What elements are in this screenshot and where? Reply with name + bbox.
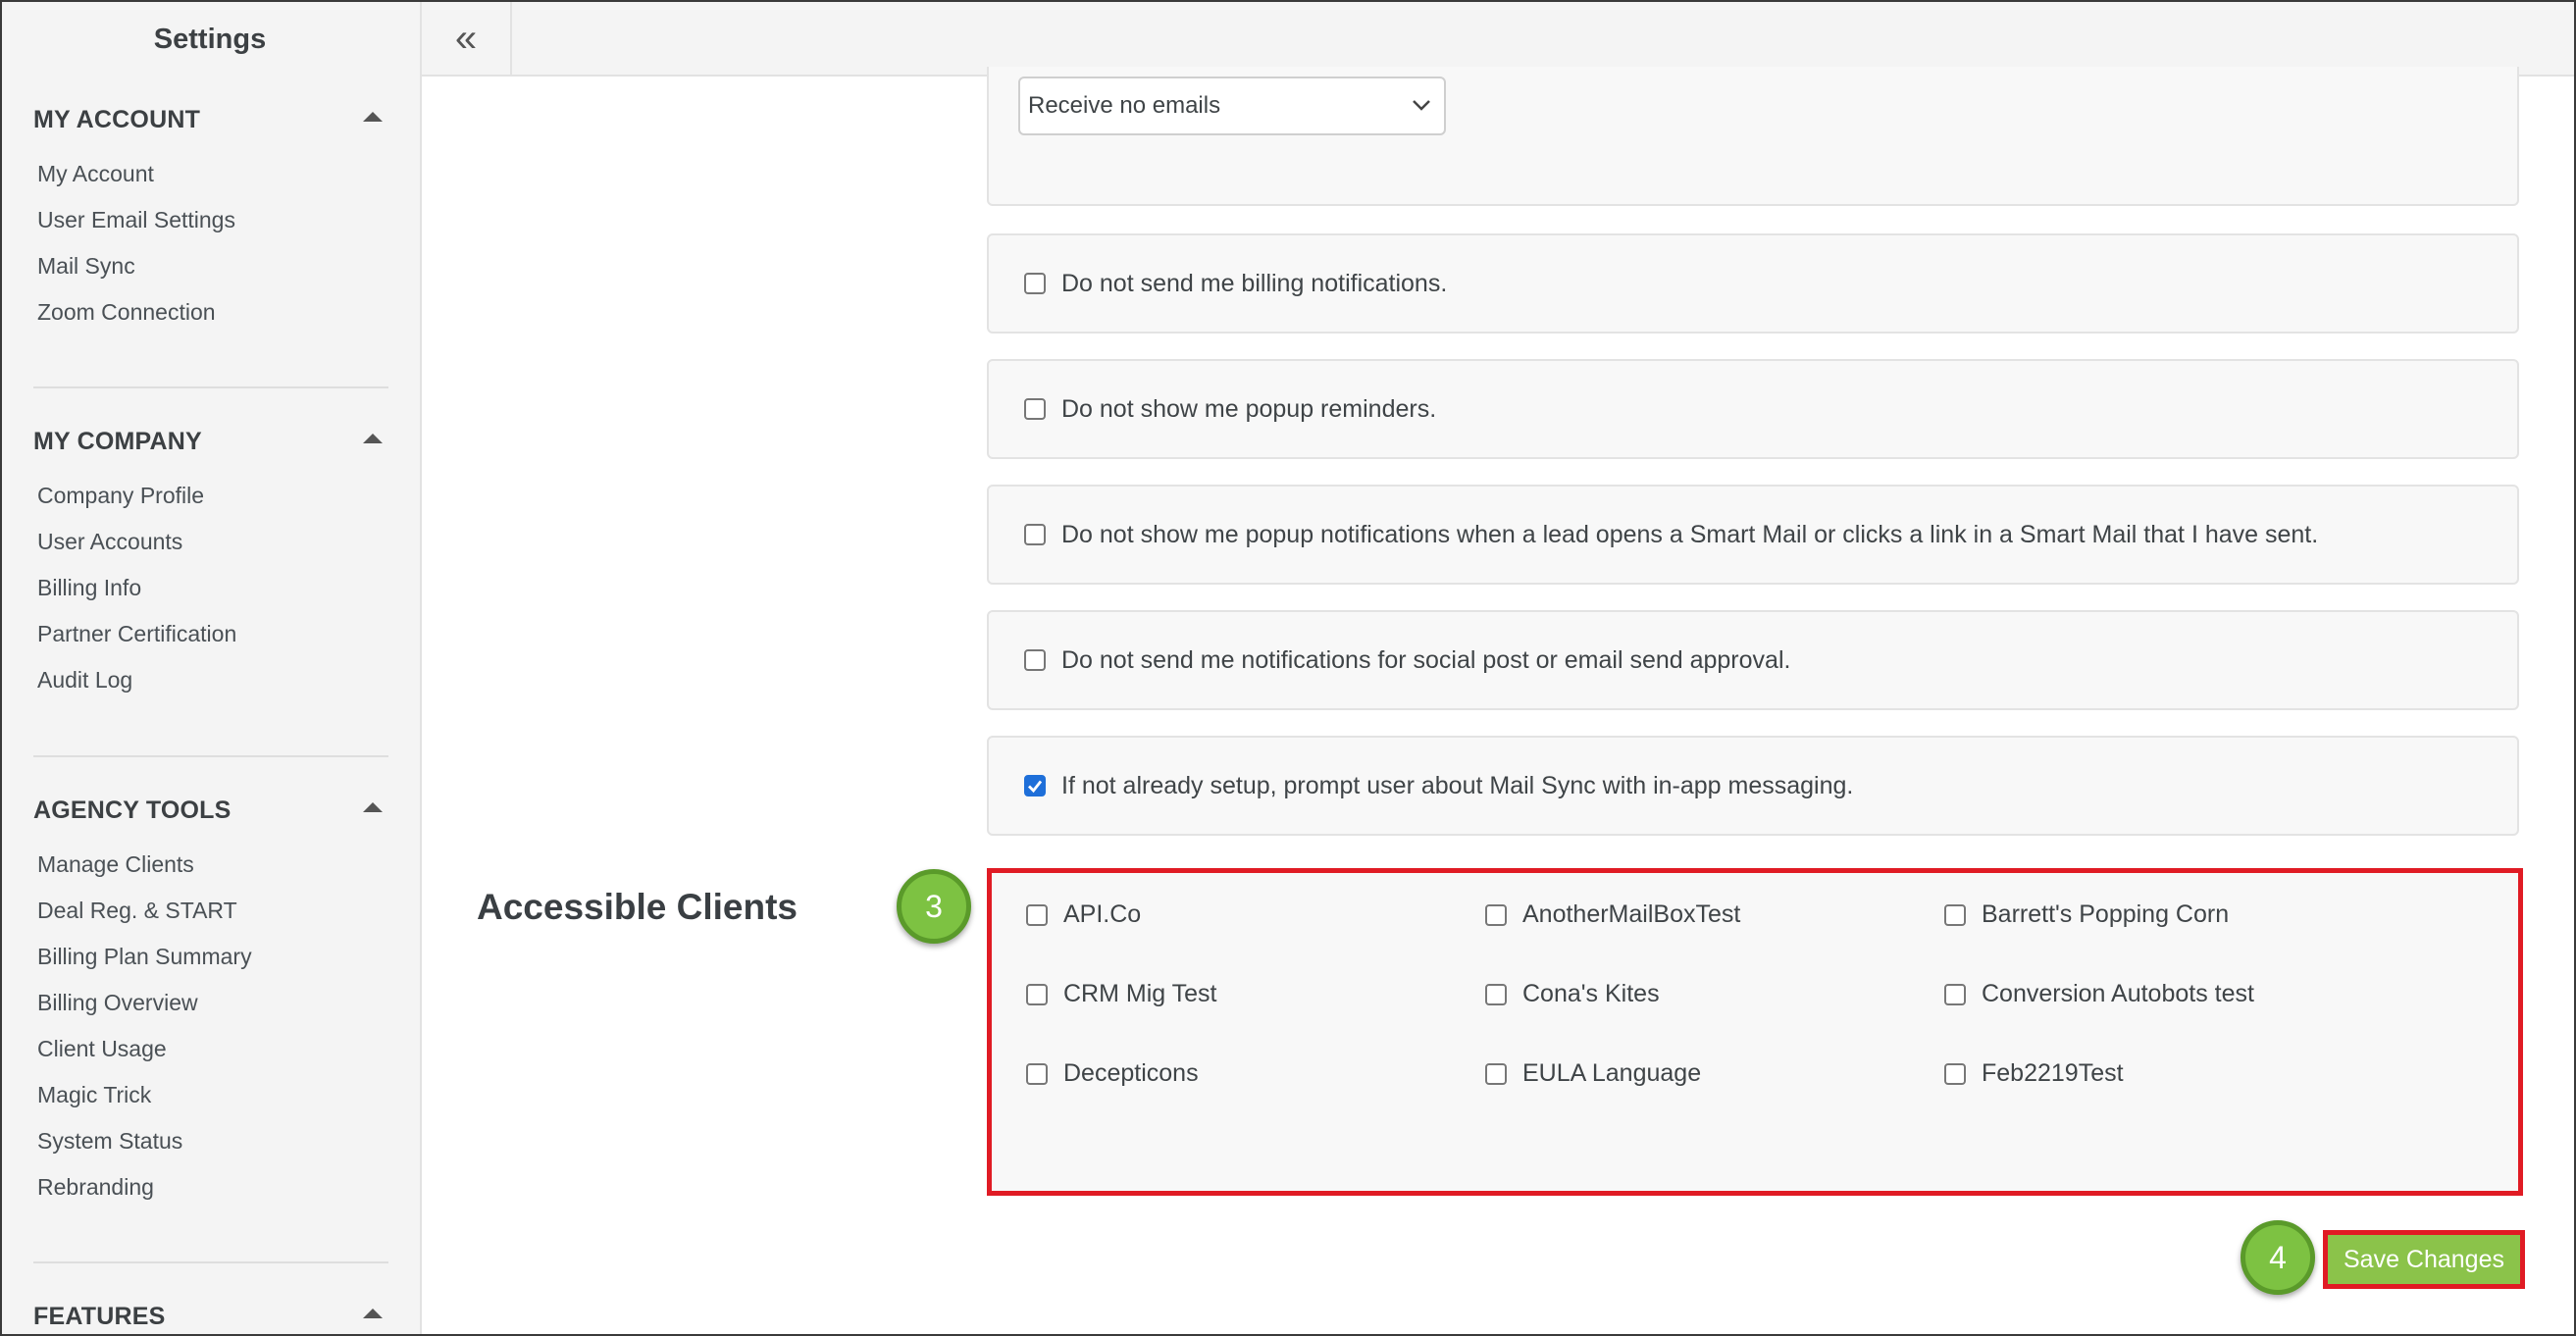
checkbox[interactable] [1485,983,1507,1005]
sidebar-item-mail-sync[interactable]: Mail Sync [33,243,388,289]
checkbox[interactable] [1485,903,1507,926]
double-chevron-left-icon[interactable]: « [422,2,512,75]
sidebar-item-zoom-connection[interactable]: Zoom Connection [33,289,388,335]
section-agency-tools: AGENCY TOOLS Manage Clients Deal Reg. & … [33,791,388,1210]
caret-up-icon[interactable] [363,112,383,122]
section-features: FEATURES [33,1297,388,1334]
option-billing-notifications: Do not send me billing notifications. [987,233,2519,334]
client-checkbox-item[interactable]: AnotherMailBoxTest [1485,900,1740,929]
section-header-features[interactable]: FEATURES [33,1297,388,1334]
sidebar-item-user-email-settings[interactable]: User Email Settings [33,197,388,243]
accessible-clients-heading: Accessible Clients [477,887,798,927]
option-label: Do not send me billing notifications. [1061,269,1448,297]
section-label: MY COMPANY [33,428,202,455]
sidebar-divider [33,386,388,388]
caret-up-icon[interactable] [363,1309,383,1318]
client-label: Conversion Autobots test [1982,980,2254,1007]
settings-sidebar: Settings MY ACCOUNT My Account User Emai… [2,2,422,1334]
section-label: FEATURES [33,1303,166,1330]
client-checkbox-item[interactable]: Conversion Autobots test [1944,980,2254,1008]
sidebar-item-user-accounts[interactable]: User Accounts [33,519,388,565]
sidebar-item-audit-log[interactable]: Audit Log [33,657,388,703]
main-content: Receive no emails Do not send me billing… [422,67,2574,1334]
sidebar-title: Settings [153,24,267,55]
section-header-my-company[interactable]: MY COMPANY [33,422,388,461]
option-popup-reminders: Do not show me popup reminders. [987,359,2519,459]
sidebar-item-partner-certification[interactable]: Partner Certification [33,611,388,657]
section-header-agency-tools[interactable]: AGENCY TOOLS [33,791,388,830]
save-changes-button[interactable]: Save Changes [2328,1235,2520,1284]
option-mail-sync-prompt: If not already setup, prompt user about … [987,736,2519,836]
checkbox[interactable] [1944,1062,1966,1085]
section-header-my-account[interactable]: MY ACCOUNT [33,100,388,139]
checkbox[interactable] [1024,649,1046,671]
client-checkbox-item[interactable]: Cona's Kites [1485,980,1660,1008]
checkbox[interactable] [1024,273,1046,294]
sidebar-item-billing-overview[interactable]: Billing Overview [33,980,388,1026]
checkbox[interactable] [1024,398,1046,420]
section-label: MY ACCOUNT [33,106,201,133]
checkbox[interactable] [1026,903,1048,926]
accessible-clients-list: API.Co AnotherMailBoxTest Barrett's Popp… [987,868,2523,1196]
option-label: Do not show me popup reminders. [1061,394,1437,423]
checkbox[interactable] [1485,1062,1507,1085]
select-value: Receive no emails [1028,92,1221,119]
sidebar-divider [33,755,388,757]
option-approval-notifications: Do not send me notifications for social … [987,610,2519,710]
save-button-highlight: Save Changes [2323,1230,2525,1289]
client-label: Feb2219Test [1982,1059,2124,1087]
sidebar-item-my-account[interactable]: My Account [33,151,388,197]
option-popup-notifications: Do not show me popup notifications when … [987,485,2519,585]
option-label: Do not show me popup notifications when … [1061,520,2319,548]
option-label: If not already setup, prompt user about … [1061,771,1854,799]
option-label: Do not send me notifications for social … [1061,645,1791,674]
client-label: CRM Mig Test [1063,980,1217,1007]
caret-up-icon[interactable] [363,802,383,812]
checkbox[interactable] [1944,903,1966,926]
sidebar-item-client-usage[interactable]: Client Usage [33,1026,388,1072]
section-my-account: MY ACCOUNT My Account User Email Setting… [33,100,388,335]
caret-up-icon[interactable] [363,434,383,443]
chevron-down-icon [1413,100,1430,111]
client-label: Cona's Kites [1522,980,1660,1007]
step-badge-4: 4 [2241,1220,2315,1295]
client-checkbox-item[interactable]: Barrett's Popping Corn [1944,900,2229,929]
checkbox[interactable] [1026,1062,1048,1085]
top-bar: « [422,2,2574,77]
email-preference-select[interactable]: Receive no emails [1018,77,1446,135]
client-label: EULA Language [1522,1059,1702,1087]
client-checkbox-item[interactable]: EULA Language [1485,1059,1701,1088]
client-checkbox-item[interactable]: Feb2219Test [1944,1059,2124,1088]
sidebar-item-company-profile[interactable]: Company Profile [33,473,388,519]
sidebar-item-manage-clients[interactable]: Manage Clients [33,842,388,888]
client-checkbox-item[interactable]: API.Co [1026,900,1141,929]
checkbox[interactable] [1026,983,1048,1005]
sidebar-divider [33,1261,388,1263]
checkbox[interactable] [1944,983,1966,1005]
client-label: Barrett's Popping Corn [1982,900,2230,928]
sidebar-item-deal-reg[interactable]: Deal Reg. & START [33,888,388,934]
client-checkbox-item[interactable]: Decepticons [1026,1059,1199,1088]
sidebar-item-billing-plan-summary[interactable]: Billing Plan Summary [33,934,388,980]
section-my-company: MY COMPANY Company Profile User Accounts… [33,422,388,703]
section-label: AGENCY TOOLS [33,796,232,824]
sidebar-item-system-status[interactable]: System Status [33,1118,388,1164]
client-checkbox-item[interactable]: CRM Mig Test [1026,980,1217,1008]
step-badge-3: 3 [897,869,971,944]
client-label: API.Co [1063,900,1142,928]
checkbox[interactable] [1024,524,1046,545]
client-label: AnotherMailBoxTest [1522,900,1741,928]
sidebar-item-magic-trick[interactable]: Magic Trick [33,1072,388,1118]
email-preference-card: Receive no emails [987,67,2519,206]
client-label: Decepticons [1063,1059,1199,1087]
checkmark-icon [1028,780,1043,794]
sidebar-item-rebranding[interactable]: Rebranding [33,1164,388,1210]
checkbox-checked[interactable] [1024,775,1046,796]
sidebar-item-billing-info[interactable]: Billing Info [33,565,388,611]
